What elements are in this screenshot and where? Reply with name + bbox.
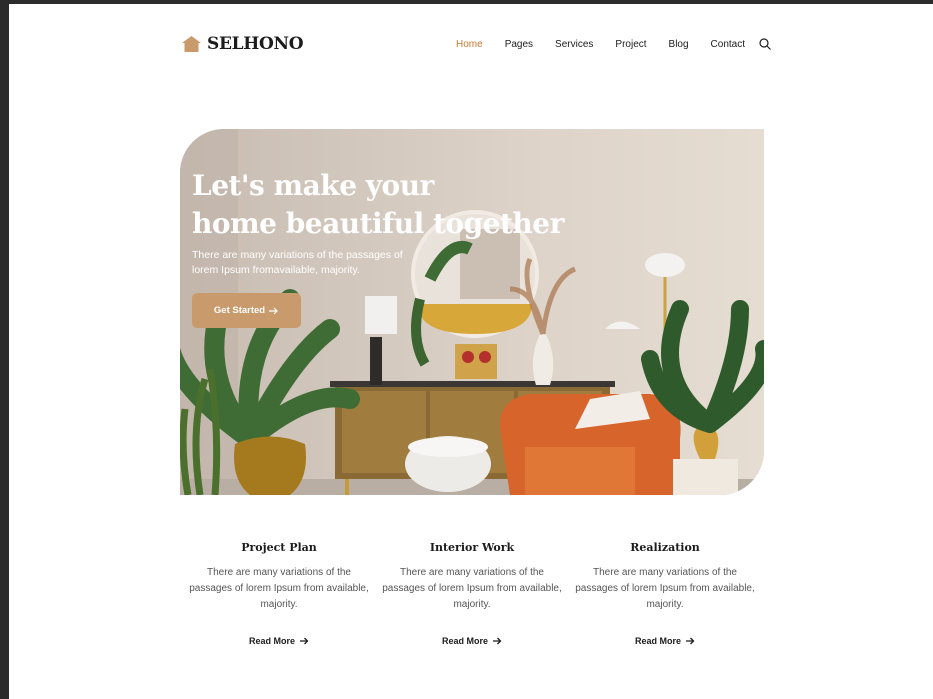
hero-title-line-1: Let's make your xyxy=(192,169,434,202)
read-more-link[interactable]: Read More xyxy=(442,636,502,646)
nav-services[interactable]: Services xyxy=(555,39,593,50)
feature-title: Realization xyxy=(630,541,700,554)
page: SELHONO Home Pages Services Project Blog… xyxy=(9,4,933,699)
feature-text: There are many variations of the passage… xyxy=(575,567,755,610)
arrow-right-icon xyxy=(269,307,278,314)
feature-realization: Realization There are many variations of… xyxy=(572,541,758,649)
hero-subtitle: There are many variations of the passage… xyxy=(192,249,403,276)
search-icon[interactable] xyxy=(759,38,771,50)
read-more-label: Read More xyxy=(634,636,681,646)
hero-title: Let's make your home beautiful together xyxy=(192,167,572,243)
feature-text: There are many variations of the passage… xyxy=(189,567,369,610)
nav-blog[interactable]: Blog xyxy=(669,39,689,50)
read-more-link[interactable]: Read More xyxy=(635,636,695,646)
nav-project[interactable]: Project xyxy=(615,39,646,50)
read-more-label: Read More xyxy=(248,636,295,646)
feature-interior-work: Interior Work There are many variations … xyxy=(379,541,565,649)
arrow-right-icon xyxy=(493,637,502,645)
nav-pages[interactable]: Pages xyxy=(505,39,533,50)
nav-contact[interactable]: Contact xyxy=(711,39,745,50)
feature-project-plan: Project Plan There are many variations o… xyxy=(186,541,372,649)
hero-title-line-2: home beautiful together xyxy=(192,207,564,240)
arrow-right-icon xyxy=(686,637,695,645)
get-started-label: Get Started xyxy=(213,305,266,316)
feature-title: Interior Work xyxy=(429,541,515,554)
feature-title: Project Plan xyxy=(241,541,317,554)
main-nav: Home Pages Services Project Blog Contact xyxy=(456,38,771,50)
read-more-link[interactable]: Read More xyxy=(249,636,309,646)
get-started-button[interactable]: Get Started xyxy=(192,293,301,328)
nav-home[interactable]: Home xyxy=(456,39,483,50)
house-icon xyxy=(182,36,201,52)
arrow-right-icon xyxy=(300,637,309,645)
read-more-label: Read More xyxy=(441,636,488,646)
brand-name: SELHONO xyxy=(207,34,304,54)
feature-text: There are many variations of the passage… xyxy=(382,567,562,610)
hero-banner: Let's make your home beautiful together … xyxy=(180,129,764,495)
brand-logo[interactable]: SELHONO xyxy=(182,34,304,54)
